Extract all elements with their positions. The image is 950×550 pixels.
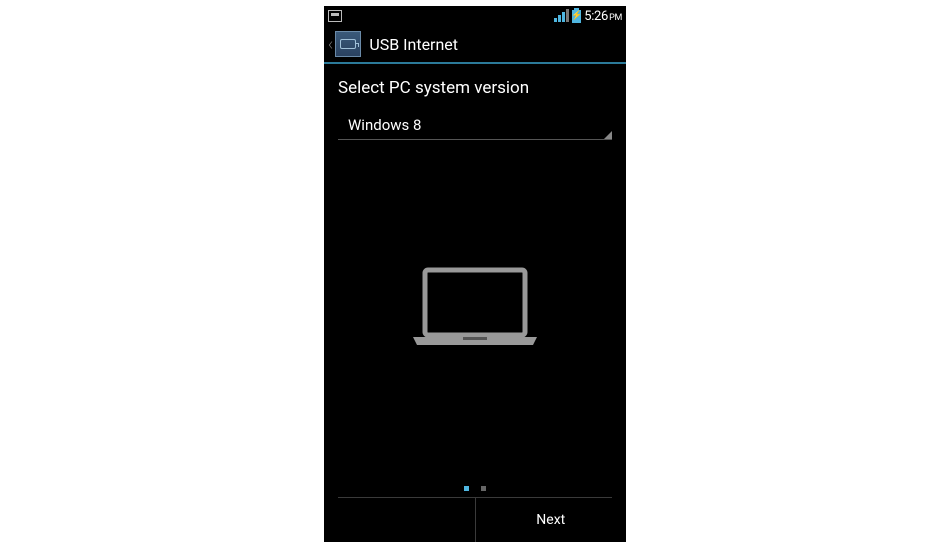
status-time: 5:26PM xyxy=(584,9,622,24)
phone-screen: ⚡ 5:26PM ‹ USB Internet Select PC system… xyxy=(324,6,626,542)
back-icon[interactable]: ‹ xyxy=(328,34,333,55)
header-title: USB Internet xyxy=(369,35,458,54)
time-suffix: PM xyxy=(609,13,622,23)
footer-bar: Next xyxy=(324,498,626,542)
header-bar[interactable]: ‹ USB Internet xyxy=(324,26,626,64)
page-dot-inactive xyxy=(481,486,486,491)
signal-icon xyxy=(554,10,569,22)
usb-internet-icon xyxy=(335,31,361,57)
time-value: 5:26 xyxy=(584,9,608,24)
dropdown-indicator-icon xyxy=(604,131,612,139)
next-label: Next xyxy=(536,512,565,528)
footer-spacer xyxy=(324,498,476,542)
image-notification-icon xyxy=(328,10,342,22)
illustration-area xyxy=(338,140,612,480)
content-area: Select PC system version Windows 8 xyxy=(324,64,626,497)
battery-charging-icon: ⚡ xyxy=(572,10,581,23)
status-right: ⚡ 5:26PM xyxy=(554,9,622,24)
page-indicator xyxy=(338,480,612,497)
dropdown-selected-value: Windows 8 xyxy=(348,116,421,134)
pc-version-dropdown[interactable]: Windows 8 xyxy=(338,110,612,140)
prompt-text: Select PC system version xyxy=(338,78,612,98)
status-left xyxy=(328,10,342,22)
next-button[interactable]: Next xyxy=(476,498,627,542)
page-dot-active xyxy=(464,486,469,491)
laptop-icon xyxy=(405,265,545,355)
status-bar: ⚡ 5:26PM xyxy=(324,6,626,26)
